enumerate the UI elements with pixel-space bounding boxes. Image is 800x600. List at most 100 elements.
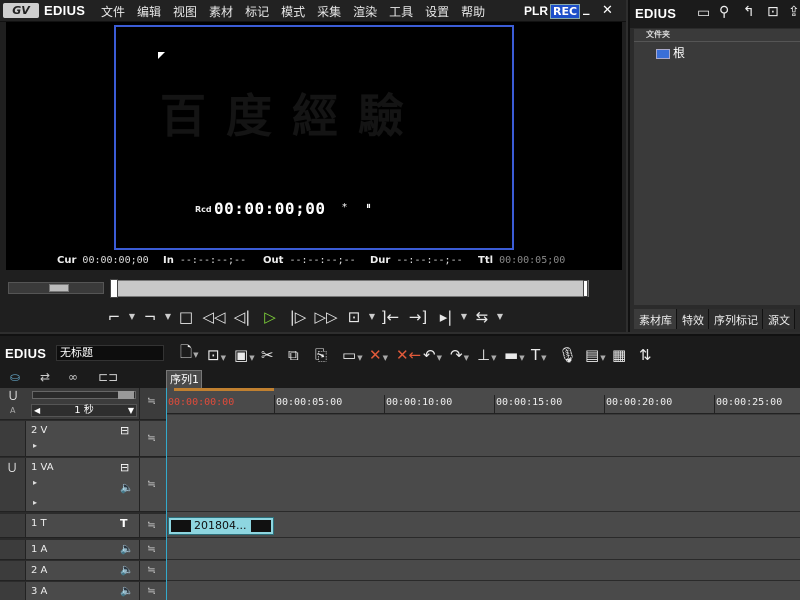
menu-edit[interactable]: 编辑 (137, 3, 161, 20)
speaker-icon[interactable]: 🔈 (120, 584, 134, 597)
search-icon[interactable]: ⚲ (719, 4, 729, 20)
chevron-down-icon[interactable]: ▼ (496, 306, 504, 328)
track-1va[interactable]: ⋃ 1 VA ⊟ ▸ 🔈 ▸ ≒ (0, 458, 166, 512)
minimize-button[interactable]: _ (583, 1, 590, 16)
open-project-icon[interactable]: ⊡▼ (207, 346, 234, 364)
menu-render[interactable]: 渲染 (353, 3, 377, 20)
tab-sequence[interactable]: 序列1 (166, 370, 202, 388)
mixer-icon[interactable]: ▦ (612, 346, 639, 364)
sync-icon[interactable]: ≒ (139, 561, 163, 580)
lock-icon[interactable]: ⋃ (8, 462, 16, 473)
tab-bin[interactable]: 素材库 (634, 309, 677, 329)
title-icon[interactable]: T▼ (531, 346, 558, 364)
video-icon[interactable]: ⊟ (120, 461, 129, 474)
position-bar[interactable] (111, 280, 589, 297)
new-project-icon[interactable]: 🗋▼ (180, 342, 207, 367)
video-icon[interactable]: ⊟ (120, 424, 129, 437)
track-1a[interactable]: 1 A 🔈 ≒ (0, 540, 166, 560)
step-forward-icon[interactable]: |▷ (284, 306, 312, 328)
track-lock[interactable] (0, 421, 26, 456)
link-icon[interactable]: ⇄ (40, 370, 50, 384)
close-button[interactable]: ✕ (602, 3, 613, 18)
timeline-cursor[interactable] (166, 388, 167, 600)
track-2v[interactable]: 2 V ⊟ ▸ ≒ (0, 421, 166, 457)
lane-1a[interactable] (166, 540, 800, 560)
speaker-icon[interactable]: 🔈 (120, 563, 134, 576)
insert-icon[interactable]: ]← (376, 306, 404, 328)
paste-insert-icon[interactable]: ▭▼ (342, 346, 369, 364)
rewind-icon[interactable]: ◁◁ (200, 306, 228, 328)
chevron-down-icon[interactable]: ▼ (164, 306, 172, 328)
set-in-icon[interactable]: ⌐ (100, 306, 128, 328)
lane-1va[interactable] (166, 458, 800, 512)
lane-3a[interactable] (166, 582, 800, 600)
redo-icon[interactable]: ↷▼ (450, 346, 477, 364)
add-clip-icon[interactable]: ⊡ (767, 4, 779, 20)
sync-icon[interactable]: ≒ (139, 458, 163, 511)
fast-forward-icon[interactable]: ▷▷ (312, 306, 340, 328)
speaker-icon[interactable]: 🔈 (120, 481, 134, 494)
copy-icon[interactable]: ⧉ (288, 346, 315, 364)
expand-icon[interactable]: ▸ (33, 498, 37, 507)
rec-button[interactable]: REC (550, 4, 581, 19)
chevron-down-icon[interactable]: ▼ (460, 306, 468, 328)
tab-source[interactable]: 源文 (763, 309, 795, 329)
up-folder-icon[interactable]: ↰ (743, 4, 755, 20)
undo-icon[interactable]: ↶▼ (423, 346, 450, 364)
split-icon[interactable]: ▸| (432, 306, 460, 328)
sync-icon[interactable]: ∞ (68, 370, 78, 384)
menu-help[interactable]: 帮助 (461, 3, 485, 20)
track-lock[interactable] (0, 582, 26, 600)
plr-button[interactable]: PLR (524, 4, 548, 18)
sync-icon[interactable]: ≒ (139, 421, 163, 456)
track-lock[interactable] (0, 514, 26, 537)
lock-icon[interactable]: ⋃ (9, 390, 17, 401)
speaker-icon[interactable]: 🔈 (120, 542, 134, 555)
render-icon[interactable]: ▤▼ (585, 346, 612, 364)
menu-settings[interactable]: 设置 (425, 3, 449, 20)
snap-icon[interactable]: ⊏⊐ (98, 370, 118, 384)
tab-sequence-markers[interactable]: 序列标记 (709, 309, 763, 329)
loop-icon[interactable]: ⊡ (340, 306, 368, 328)
track-2a[interactable]: 2 A 🔈 ≒ (0, 561, 166, 581)
play-icon[interactable]: ▷ (256, 306, 284, 328)
title-icon[interactable]: T (120, 517, 128, 530)
root-folder[interactable]: 根 (656, 44, 685, 61)
chevron-down-icon[interactable]: ▼ (128, 405, 134, 417)
ripple-delete-icon[interactable]: ✕← (396, 346, 423, 364)
set-out-icon[interactable]: ¬ (136, 306, 164, 328)
overwrite-icon[interactable]: →] (404, 306, 432, 328)
audio-meter-icon[interactable]: ⇅ (639, 346, 666, 364)
sync-icon[interactable]: ≒ (139, 582, 163, 600)
track-lock[interactable] (0, 561, 26, 580)
export-icon[interactable]: ⇆ (468, 306, 496, 328)
expand-icon[interactable]: ▸ (33, 478, 37, 487)
stop-icon[interactable]: □ (172, 306, 200, 328)
track-1t[interactable]: 1 T T ≒ (0, 514, 166, 538)
menu-view[interactable]: 视图 (173, 3, 197, 20)
shuttle-slider[interactable] (8, 282, 104, 294)
track-3a[interactable]: 3 A 🔈 ≒ (0, 582, 166, 600)
chevron-down-icon[interactable]: ▼ (368, 306, 376, 328)
zoom-select[interactable]: ◀ 1 秒 ▼ (31, 404, 137, 417)
import-icon[interactable]: ⇪ (788, 4, 800, 20)
menu-mode[interactable]: 模式 (281, 3, 305, 20)
position-handle[interactable] (110, 279, 118, 298)
expand-icon[interactable]: ▸ (33, 441, 37, 450)
sync-icon[interactable]: ≒ (139, 388, 163, 419)
folder-icon[interactable]: ▭ (697, 5, 710, 21)
sync-icon[interactable]: ≒ (139, 514, 163, 537)
menu-marker[interactable]: 标记 (245, 3, 269, 20)
sync-icon[interactable]: ≒ (139, 540, 163, 559)
track-lock[interactable] (0, 540, 26, 559)
microphone-icon[interactable]: 🎙 (558, 346, 585, 364)
cut-icon[interactable]: ✂ (261, 346, 288, 364)
delete-icon[interactable]: ✕▼ (369, 346, 396, 364)
pin-icon[interactable]: A (10, 406, 15, 415)
add-cut-icon[interactable]: ⊥▼ (477, 346, 504, 364)
tab-effects[interactable]: 特效 (677, 309, 709, 329)
chevron-down-icon[interactable]: ▼ (128, 306, 136, 328)
lane-2v[interactable] (166, 421, 800, 457)
transition-icon[interactable]: ▬▼ (504, 346, 531, 364)
save-icon[interactable]: ▣▼ (234, 346, 261, 364)
